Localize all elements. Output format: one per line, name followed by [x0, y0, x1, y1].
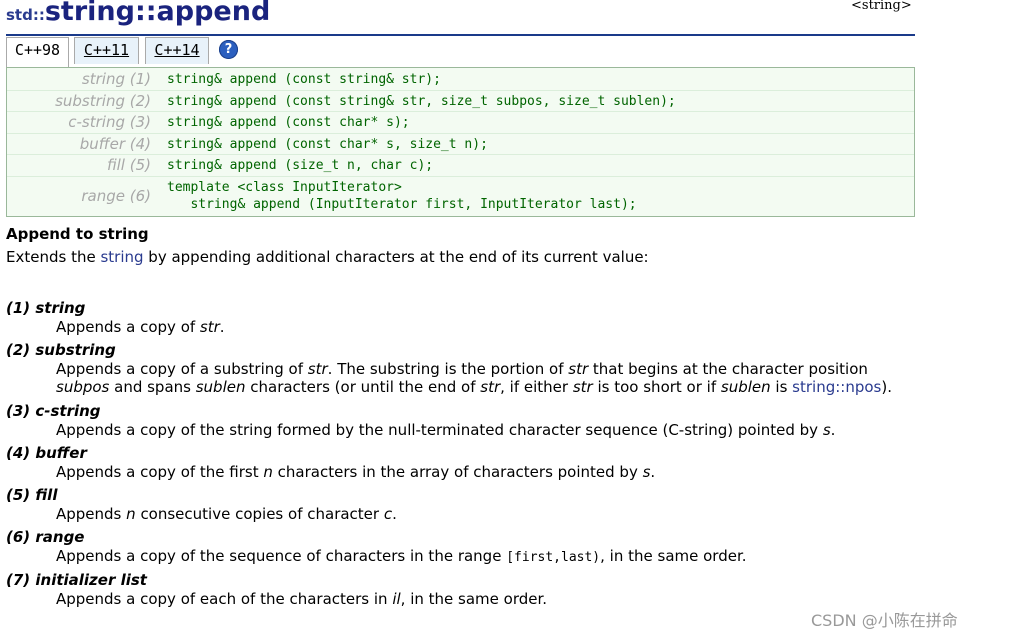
item-description: Appends a copy of the string formed by t… — [56, 421, 836, 439]
item-description: Appends a copy of the sequence of charac… — [56, 547, 747, 565]
prototype-row: fill (5) string& append (size_t n, char … — [7, 154, 914, 177]
prototype-code: string& append (const string& str, size_… — [167, 94, 676, 109]
npos-link[interactable]: string::npos — [792, 378, 881, 396]
item-description: Appends a copy of str. — [56, 318, 225, 336]
prototype-label: range (6) — [81, 187, 151, 205]
item-heading: (3) c-string — [6, 402, 101, 420]
item-description: Appends a copy of each of the characters… — [56, 590, 548, 608]
prototype-code: string& append (const char* s, size_t n)… — [167, 137, 488, 152]
prototype-code: string& append (size_t n, char c); — [167, 158, 434, 173]
prototype-row: buffer (4) string& append (const char* s… — [7, 133, 914, 155]
item-heading: (2) substring — [6, 341, 116, 359]
string-link[interactable]: string — [100, 248, 143, 266]
item-description: Appends a copy of a substring of str. Th… — [56, 360, 892, 396]
item-heading: (1) string — [6, 299, 86, 317]
help-icon[interactable]: ? — [219, 40, 238, 59]
section-description: Extends the string by appending addition… — [6, 248, 649, 266]
header-file-tag[interactable]: <string> — [851, 0, 912, 13]
function-name: string::append — [44, 0, 271, 27]
item-heading: (4) buffer — [6, 444, 87, 462]
prototype-row: range (6) template <class InputIterator>… — [7, 176, 914, 216]
tab-cpp14[interactable]: C++14 — [145, 37, 209, 64]
tab-cpp98[interactable]: C++98 — [6, 37, 69, 67]
prototype-label: substring (2) — [55, 92, 151, 110]
prototype-label: c-string (3) — [68, 113, 151, 131]
section-title: Append to string — [6, 225, 149, 243]
prototype-row: substring (2) string& append (const stri… — [7, 90, 914, 112]
prototype-label: fill (5) — [106, 156, 151, 174]
item-description: Appends a copy of the first n characters… — [56, 463, 656, 481]
title-divider — [6, 34, 915, 36]
prototype-code: template <class InputIterator> string& a… — [167, 180, 637, 212]
prototype-code: string& append (const char* s); — [167, 115, 410, 130]
prototype-code: string& append (const string& str); — [167, 72, 441, 87]
item-heading: (7) initializer list — [6, 571, 147, 589]
prototype-label: string (1) — [81, 70, 151, 88]
watermark: CSDN @小陈在拼命 — [811, 611, 958, 630]
namespace-prefix: std:: — [6, 6, 45, 24]
prototype-table: string (1) string& append (const string&… — [6, 67, 915, 217]
prototype-row: c-string (3) string& append (const char*… — [7, 111, 914, 134]
page-title: std::string::append — [6, 0, 270, 27]
item-heading: (6) range — [6, 528, 85, 546]
tab-cpp11[interactable]: C++11 — [74, 37, 139, 64]
prototype-row: string (1) string& append (const string&… — [7, 68, 914, 91]
item-description: Appends n consecutive copies of characte… — [56, 505, 397, 523]
prototype-label: buffer (4) — [79, 135, 151, 153]
item-heading: (5) fill — [6, 486, 58, 504]
